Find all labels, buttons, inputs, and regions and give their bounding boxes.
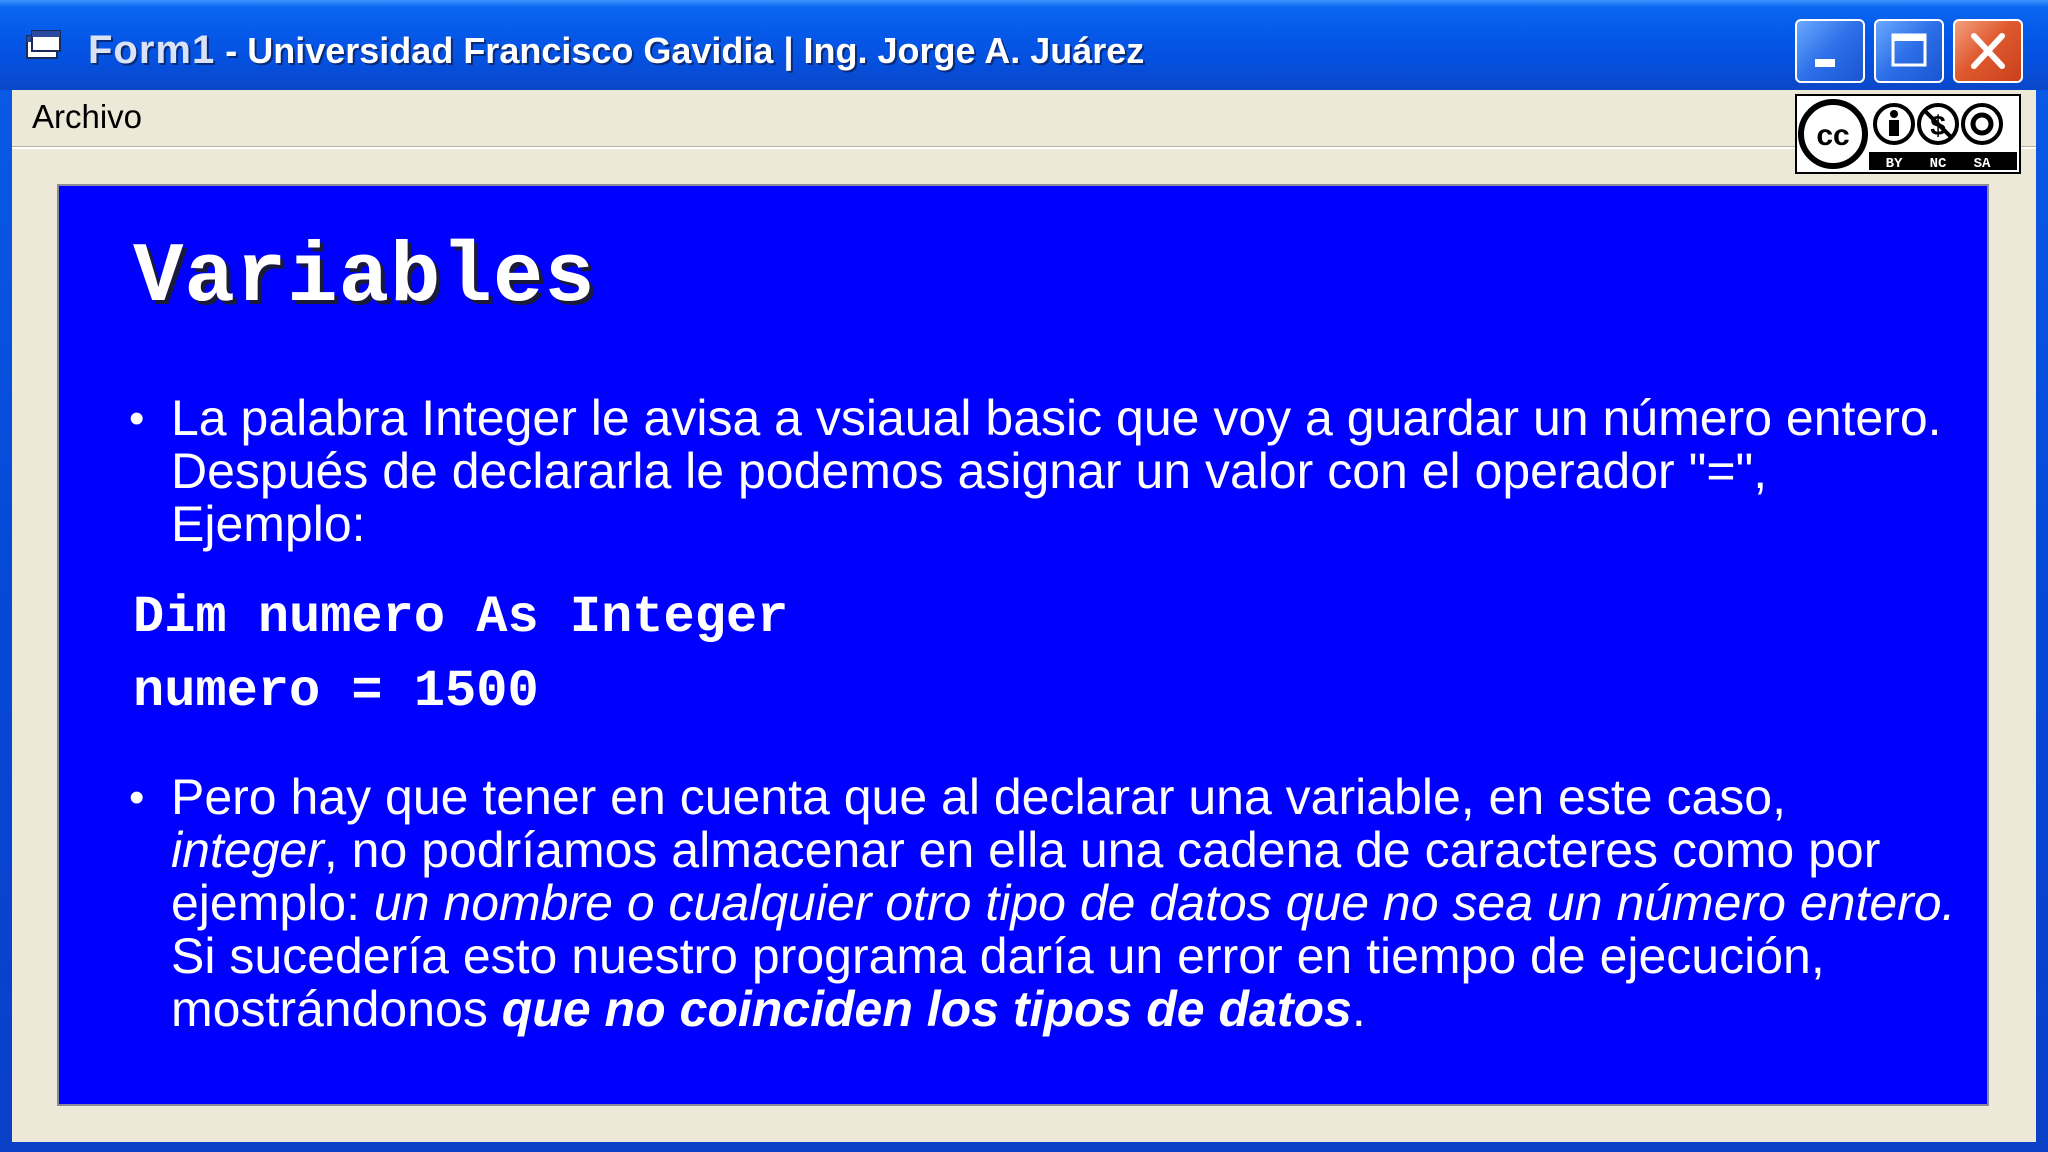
bullet-1-text: La palabra Integer le avisa a vsiaual ba… [171,390,1942,552]
code-line-assignment: numero = 1500 [133,662,539,721]
menu-bar: Archivo [12,90,2036,144]
maximize-button[interactable] [1874,19,1944,83]
bullet-marker: • [129,394,145,443]
form-window-icon[interactable] [26,30,62,62]
bullet-2-italic-example: un nombre o cualquier otro tipo de datos… [373,875,1956,931]
window-title: Form1 - Universidad Francisco Gavidia | … [88,28,1144,73]
slide-title: Variables [133,231,596,326]
license-label-by: BY [1886,156,1903,172]
form-client-area: Archivo cc $ [12,90,2036,1142]
creative-commons-license-badge: cc $ BY NC SA [1795,94,2021,174]
minimize-button[interactable] [1795,19,1865,83]
attribution-icon [1873,103,1915,145]
cc-icon: cc [1798,99,1868,169]
close-button[interactable] [1953,19,2023,83]
menu-separator [12,146,2036,149]
bullet-2-emphasis: que no coinciden los tipos de datos [501,981,1352,1037]
bullet-marker: • [129,773,145,822]
bullet-2-italic-integer: integer [171,822,324,878]
code-line-declaration: Dim numero As Integer [133,588,789,647]
maximize-icon [1891,33,1927,67]
window-title-app-name: Form1 [88,28,216,72]
bullet-paragraph-2: • Pero hay que tener en cuenta que al de… [129,769,1961,1037]
app-window: Form1 - Universidad Francisco Gavidia | … [0,0,2048,1152]
window-bottom-border[interactable] [0,1142,2048,1152]
bullet-paragraph-1: • La palabra Integer le avisa a vsiaual … [129,390,1961,552]
slide-panel: Variables • La palabra Integer le avisa … [57,184,1989,1106]
title-bar[interactable]: Form1 - Universidad Francisco Gavidia | … [0,0,2048,90]
close-icon [1971,33,2005,69]
svg-text:cc: cc [1816,119,1849,152]
bullet-2-text-1: Pero hay que tener en cuenta que al decl… [171,769,1786,825]
bullet-2-text-4: . [1351,981,1366,1037]
noncommercial-icon: $ [1917,103,1959,145]
window-title-suffix: - Universidad Francisco Gavidia | Ing. J… [215,30,1145,71]
minimize-icon [1815,59,1835,67]
menu-item-archivo[interactable]: Archivo [32,98,142,136]
license-label-sa: SA [1974,156,1991,172]
license-label-nc: NC [1930,156,1947,172]
sharealike-icon [1961,103,2003,145]
